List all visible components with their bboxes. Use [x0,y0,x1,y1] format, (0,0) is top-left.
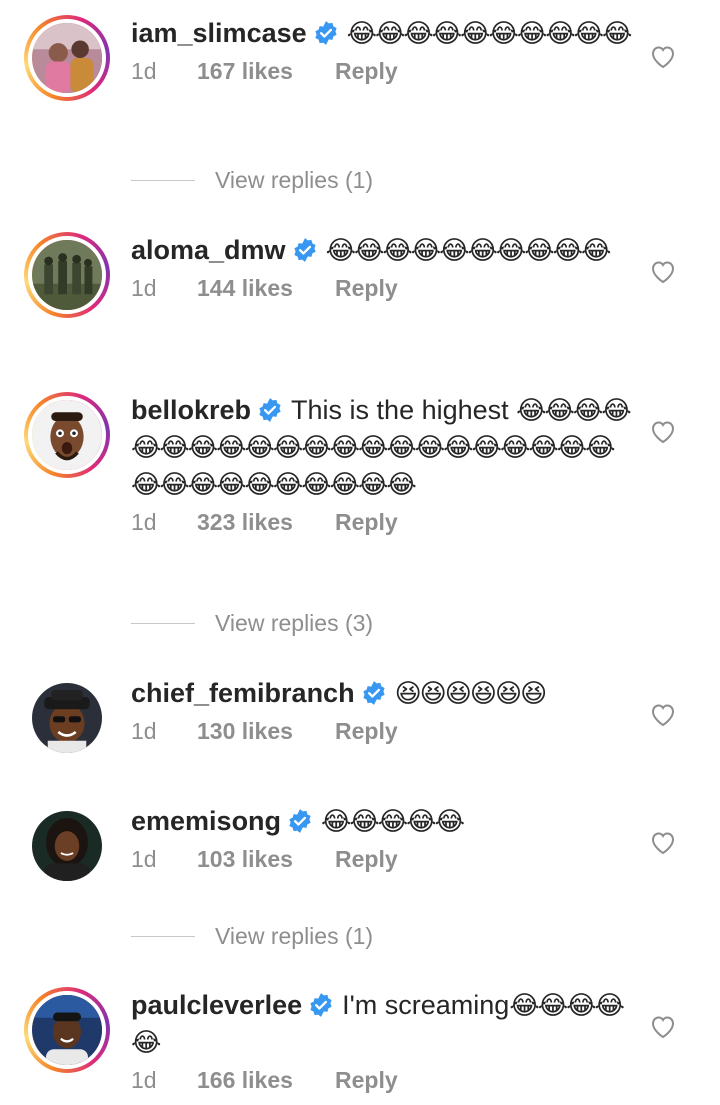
heart-outline-icon[interactable] [650,260,676,284]
verified-badge-icon [292,237,318,263]
avatar-image [32,683,102,753]
comments-feed: iam_slimcase 😂😂😂😂😂😂😂😂😂😂 1d 167 likes Repl… [0,0,720,1105]
reply-button[interactable]: Reply [335,1067,398,1094]
verified-badge-icon [308,992,334,1018]
reply-button[interactable]: Reply [335,718,398,745]
avatar[interactable] [28,236,106,314]
heart-outline-icon[interactable] [650,420,676,444]
comment-username[interactable]: ememisong [131,806,281,836]
reply-button[interactable]: Reply [335,58,398,85]
comment-meta: 1d 144 likes Reply [131,275,640,302]
comment-likes[interactable]: 167 likes [197,58,335,85]
reply-button[interactable]: Reply [335,846,398,873]
verified-badge-icon [313,20,339,46]
avatar-story-ring[interactable] [24,232,110,318]
avatar-wrapper[interactable] [24,675,110,761]
avatar-wrapper[interactable] [24,803,110,889]
view-replies-link[interactable]: View replies (3) [131,610,373,637]
avatar-story-ring[interactable] [24,392,110,478]
avatar[interactable] [28,991,106,1069]
comment-likes[interactable]: 130 likes [197,718,335,745]
comment-emojis: 😂😂😂😂😂😂😂😂😂😂 [346,19,633,49]
reply-button[interactable]: Reply [335,275,398,302]
comment-meta: 1d 166 likes Reply [131,1067,640,1094]
divider-line [131,623,195,624]
view-replies-link[interactable]: View replies (1) [131,167,373,194]
comment-body: bellokreb This is the highest 😂😂😂😂😂😂😂😂😂😂😂… [131,392,640,536]
comment-emojis: 😆😆😆😆😆😆 [394,679,548,709]
heart-outline-icon[interactable] [650,703,676,727]
avatar-image [32,240,102,310]
comment-likes[interactable]: 103 likes [197,846,335,873]
reply-button[interactable]: Reply [335,509,398,536]
avatar[interactable] [32,811,102,881]
comment-time: 1d [131,509,157,535]
comment-emojis: 😂😂😂😂😂 [321,807,465,837]
comment-content: ememisong 😂😂😂😂😂 [131,803,640,840]
comment-text: I'm screaming [342,990,510,1020]
comment-meta: 1d 130 likes Reply [131,718,640,745]
comment-likes[interactable]: 166 likes [197,1067,335,1094]
comment-time: 1d [131,275,157,301]
avatar-image [32,995,102,1065]
comment-text: This is the highest [291,395,517,425]
avatar-image [32,23,102,93]
comment-time: 1d [131,1067,157,1093]
comment-time: 1d [131,718,157,744]
view-replies-link[interactable]: View replies (1) [131,923,373,950]
comment-username[interactable]: bellokreb [131,395,251,425]
heart-outline-icon[interactable] [650,1015,676,1039]
comment-username[interactable]: iam_slimcase [131,18,307,48]
comment-content: chief_femibranch 😆😆😆😆😆😆 [131,675,640,712]
verified-badge-icon [287,808,313,834]
verified-badge-icon [257,397,283,423]
comment-body: aloma_dmw 😂😂😂😂😂😂😂😂😂😂 1d 144 likes Reply [131,232,640,302]
avatar[interactable] [28,396,106,474]
avatar-image [32,400,102,470]
comment-likes[interactable]: 144 likes [197,275,335,302]
avatar[interactable] [32,683,102,753]
divider-line [131,180,195,181]
view-replies-label: View replies (3) [215,610,374,636]
comment-content: aloma_dmw 😂😂😂😂😂😂😂😂😂😂 [131,232,640,269]
comment-time: 1d [131,58,157,84]
avatar-story-ring[interactable] [24,15,110,101]
verified-badge-icon [361,680,387,706]
view-replies-label: View replies (1) [215,923,374,949]
comment-meta: 1d 323 likes Reply [131,509,640,536]
heart-outline-icon[interactable] [650,45,676,69]
comment-likes[interactable]: 323 likes [197,509,335,536]
comment-body: paulcleverlee I'm screaming😂😂😂😂😂 1d 166 l… [131,987,640,1094]
comment-username[interactable]: aloma_dmw [131,235,286,265]
avatar[interactable] [28,19,106,97]
comment-body: ememisong 😂😂😂😂😂 1d 103 likes Reply [131,803,640,873]
comment-username[interactable]: chief_femibranch [131,678,355,708]
comment-meta: 1d 103 likes Reply [131,846,640,873]
comment-body: iam_slimcase 😂😂😂😂😂😂😂😂😂😂 1d 167 likes Repl… [131,15,640,85]
comment-emojis: 😂😂😂😂😂😂😂😂😂😂 [325,236,612,266]
view-replies-label: View replies (1) [215,167,374,193]
comment-content: iam_slimcase 😂😂😂😂😂😂😂😂😂😂 [131,15,640,52]
comment-content: bellokreb This is the highest 😂😂😂😂😂😂😂😂😂😂😂… [131,392,640,503]
divider-line [131,936,195,937]
avatar-image [32,811,102,881]
comment-body: chief_femibranch 😆😆😆😆😆😆 1d 130 likes Repl… [131,675,640,745]
avatar-story-ring[interactable] [24,987,110,1073]
comment-content: paulcleverlee I'm screaming😂😂😂😂😂 [131,987,640,1061]
comment-username[interactable]: paulcleverlee [131,990,302,1020]
comment-meta: 1d 167 likes Reply [131,58,640,85]
heart-outline-icon[interactable] [650,831,676,855]
comment-time: 1d [131,846,157,872]
